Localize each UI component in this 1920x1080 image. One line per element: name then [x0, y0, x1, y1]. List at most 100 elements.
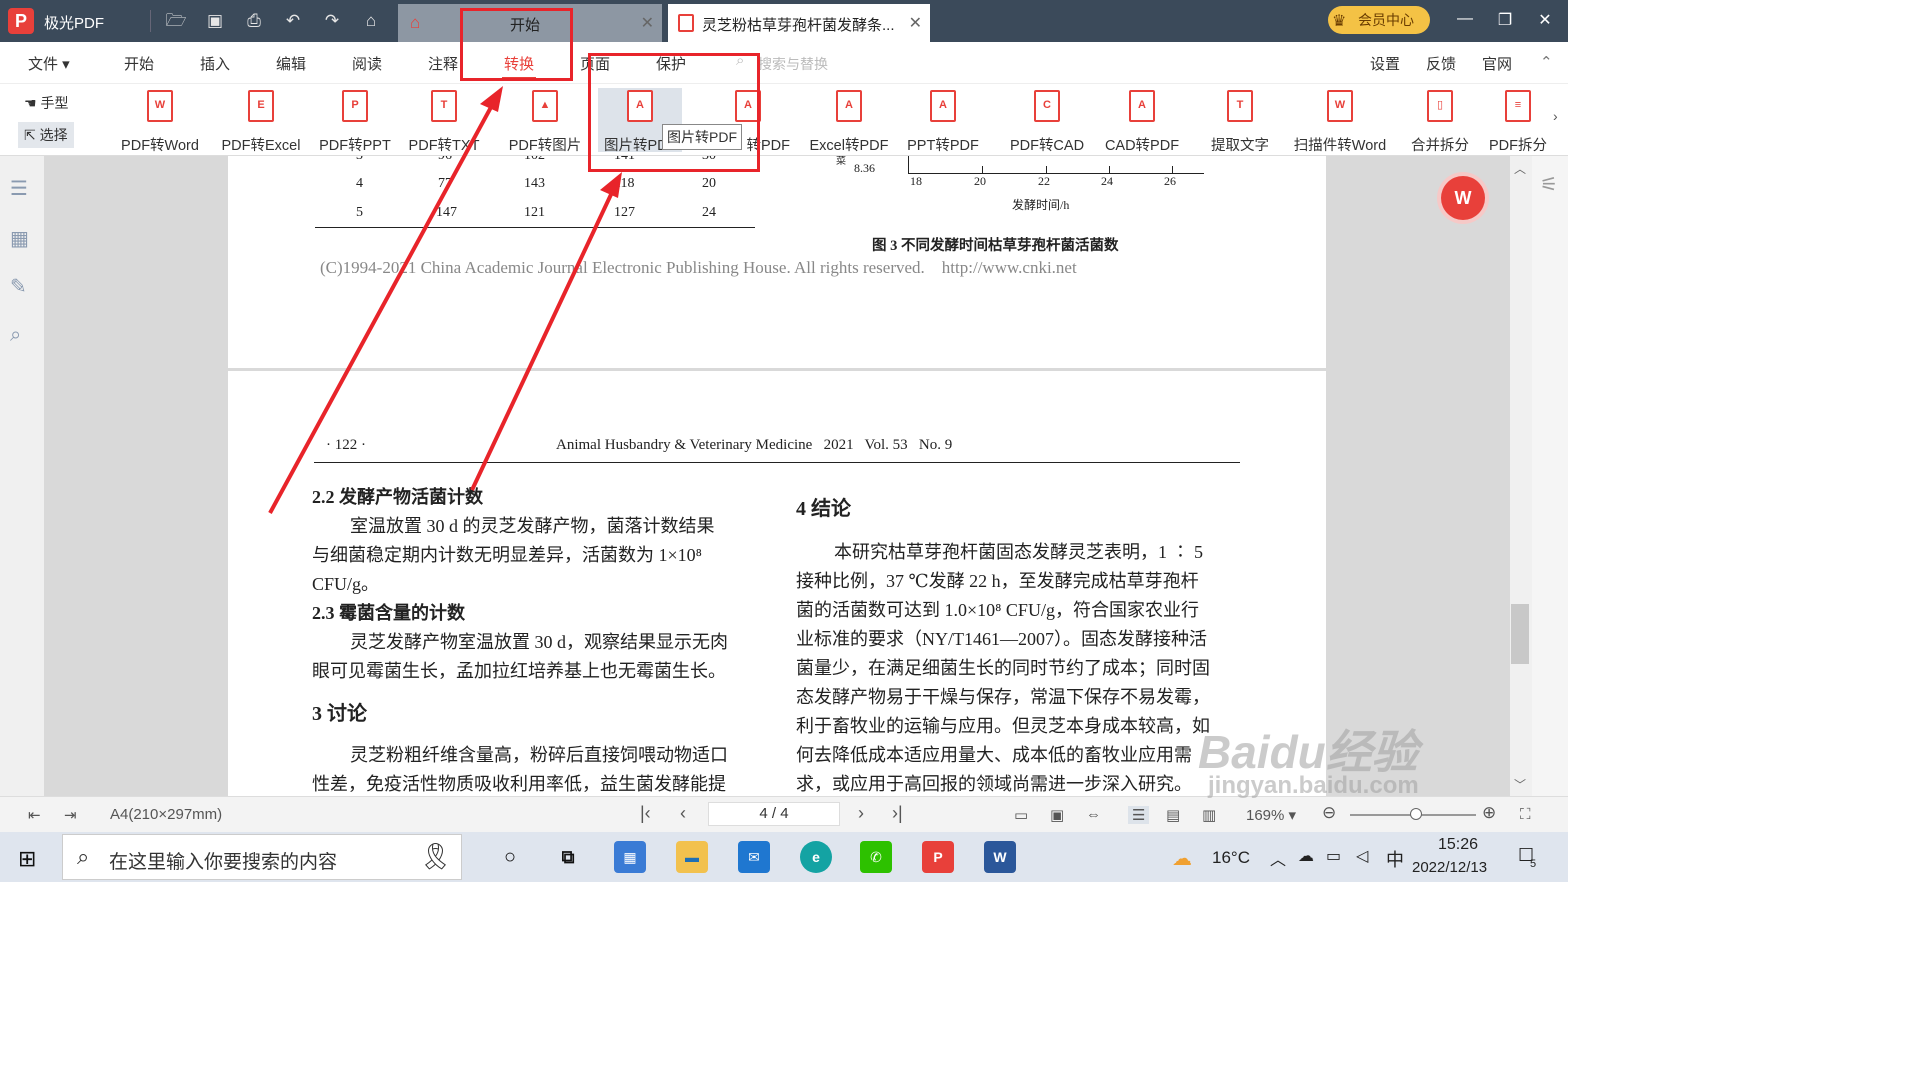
adjust-sliders-icon[interactable]: ⚟: [1540, 172, 1558, 197]
zoom-select[interactable]: 169% ▾: [1246, 806, 1296, 824]
scrollbar-thumb[interactable]: [1511, 604, 1529, 664]
close-tab-icon[interactable]: ✕: [909, 13, 922, 33]
chevron-right-icon[interactable]: ›: [1553, 108, 1558, 124]
convert-floating-button[interactable]: W: [1441, 176, 1485, 220]
menu-protect[interactable]: 保护: [656, 53, 686, 74]
store-icon[interactable]: ▦: [614, 841, 646, 873]
menu-convert[interactable]: 转换: [501, 53, 537, 79]
chevron-up-icon[interactable]: ︿: [1270, 846, 1286, 870]
menu-page[interactable]: 页面: [580, 53, 610, 74]
menu-start[interactable]: 开始: [124, 53, 154, 74]
tab-document-label: 灵芝粉枯草芽孢杆菌发酵条...: [702, 17, 895, 34]
tab-document[interactable]: 灵芝粉枯草芽孢杆菌发酵条... ✕: [668, 4, 930, 42]
tool-label: PDF转Word: [121, 138, 199, 154]
text-frame-icon: T: [1227, 90, 1253, 122]
search-replace-input[interactable]: 搜索与替换: [758, 54, 828, 74]
prev-view-icon[interactable]: ⇤: [28, 806, 41, 824]
mail-icon[interactable]: ✉: [738, 841, 770, 873]
excel-to-pdf-button[interactable]: A Excel转PDF: [804, 88, 894, 154]
thumbnails-icon[interactable]: ▦: [10, 226, 34, 250]
hand-tool[interactable]: ☚ 手型: [18, 90, 74, 116]
fit-page-icon[interactable]: ▣: [1050, 806, 1064, 824]
next-view-icon[interactable]: ⇥: [64, 806, 77, 824]
zoom-out-icon[interactable]: ⊖: [1322, 803, 1336, 823]
print-icon[interactable]: ⎙: [243, 10, 265, 32]
file-explorer-icon[interactable]: ▬: [676, 841, 708, 873]
merge-split-button[interactable]: ▯ 合并拆分: [1404, 88, 1476, 154]
collapse-ribbon-icon[interactable]: ⌃: [1540, 53, 1553, 71]
fullscreen-icon[interactable]: ⛶: [1520, 806, 1531, 823]
pdf-to-ppt-button[interactable]: P PDF转PPT: [314, 88, 396, 154]
notification-count: 5: [1530, 858, 1537, 870]
menu-file[interactable]: 文件 ▾: [28, 53, 70, 74]
single-page-icon[interactable]: ▤: [1166, 806, 1180, 824]
menu-website[interactable]: 官网: [1482, 53, 1512, 74]
x-axis-label: 发酵时间/h: [1012, 198, 1070, 212]
battery-icon[interactable]: ▭: [1326, 846, 1341, 866]
redo-icon[interactable]: ↷: [321, 10, 343, 32]
close-tab-icon[interactable]: ✕: [641, 13, 654, 33]
close-window-button[interactable]: ✕: [1530, 10, 1560, 32]
page-number-input[interactable]: 4 / 4: [708, 802, 840, 826]
ime-indicator[interactable]: 中: [1386, 846, 1404, 872]
ppt-to-pdf-button[interactable]: A PPT转PDF: [902, 88, 984, 154]
jiguang-pdf-icon[interactable]: P: [922, 841, 954, 873]
pdf-split-button[interactable]: ≡ PDF拆分: [1484, 88, 1552, 154]
scroll-up-icon[interactable]: ︿: [1514, 160, 1526, 177]
scan-to-word-button[interactable]: W 扫描件转Word: [1286, 88, 1394, 154]
volume-icon[interactable]: ◁: [1356, 846, 1368, 866]
wechat-icon[interactable]: ✆: [860, 841, 892, 873]
taskbar-search-input[interactable]: ⌕ 在这里输入你要搜索的内容 🎗: [62, 834, 462, 880]
select-tool[interactable]: ⇱ 选择: [18, 122, 74, 148]
pdf-to-excel-button[interactable]: E PDF转Excel: [216, 88, 306, 154]
weather-icon[interactable]: ☁: [1172, 846, 1192, 871]
edge-icon[interactable]: e: [800, 841, 832, 873]
task-view-icon[interactable]: ⧉: [552, 841, 584, 873]
cloud-icon[interactable]: ☁: [1298, 846, 1314, 866]
next-page-icon[interactable]: ›: [858, 803, 864, 824]
fit-width-icon[interactable]: ⇔: [1086, 806, 1101, 823]
search-panel-icon[interactable]: ⌕: [10, 324, 34, 346]
extract-text-button[interactable]: T 提取文字: [1202, 88, 1278, 154]
open-folder-icon[interactable]: 🗁: [165, 10, 187, 32]
tool-label: PDF转PPT: [319, 138, 391, 154]
tool-label: PPT转PDF: [907, 138, 979, 154]
actual-size-icon[interactable]: ▭: [1014, 806, 1028, 824]
word-icon[interactable]: W: [984, 841, 1016, 873]
last-page-icon[interactable]: ›|: [892, 803, 903, 824]
menu-edit[interactable]: 编辑: [276, 53, 306, 74]
annotations-icon[interactable]: ✎: [10, 274, 34, 298]
tool-label: 合并拆分: [1411, 138, 1469, 154]
continuous-view-icon[interactable]: ☰: [1128, 806, 1150, 824]
pdf-to-word-button[interactable]: W PDF转Word: [114, 88, 206, 154]
prev-page-icon[interactable]: ‹: [680, 803, 686, 824]
menu-read[interactable]: 阅读: [352, 53, 382, 74]
first-page-icon[interactable]: |‹: [640, 803, 651, 824]
home-circle-icon[interactable]: ⌂: [360, 10, 382, 32]
menu-settings[interactable]: 设置: [1370, 53, 1400, 74]
pdf-to-txt-button[interactable]: T PDF转TXT: [404, 88, 484, 154]
pdf-to-image-button[interactable]: ▲ PDF转图片: [502, 88, 588, 154]
pdf-to-cad-button[interactable]: C PDF转CAD: [1002, 88, 1092, 154]
two-page-icon[interactable]: ▥: [1202, 806, 1216, 824]
save-icon[interactable]: ▣: [204, 10, 226, 32]
tab-home[interactable]: ⌂ 开始 ✕: [398, 4, 662, 42]
cortana-icon[interactable]: ○: [494, 841, 526, 873]
scroll-down-icon[interactable]: ﹀: [1514, 776, 1526, 793]
vip-center-button[interactable]: ♛ 会员中心: [1328, 6, 1430, 34]
minimize-button[interactable]: —: [1450, 10, 1480, 32]
outline-list-icon[interactable]: ☰: [10, 176, 34, 200]
zoom-in-icon[interactable]: ⊕: [1482, 803, 1496, 823]
maximize-button[interactable]: ❐: [1490, 10, 1520, 32]
windows-start-icon[interactable]: ⊞: [18, 846, 36, 872]
scan-word-icon: W: [1327, 90, 1353, 122]
zoom-slider-handle[interactable]: [1410, 808, 1422, 820]
cad-to-pdf-button[interactable]: A CAD转PDF: [1098, 88, 1186, 154]
vertical-scrollbar[interactable]: ︿ ﹀: [1510, 156, 1532, 796]
menu-insert[interactable]: 插入: [200, 53, 230, 74]
y-tick: 8.36: [854, 161, 875, 175]
undo-icon[interactable]: ↶: [282, 10, 304, 32]
section-heading: 3 讨论: [312, 703, 367, 725]
menu-feedback[interactable]: 反馈: [1426, 53, 1456, 74]
menu-annotate[interactable]: 注释: [428, 53, 458, 74]
